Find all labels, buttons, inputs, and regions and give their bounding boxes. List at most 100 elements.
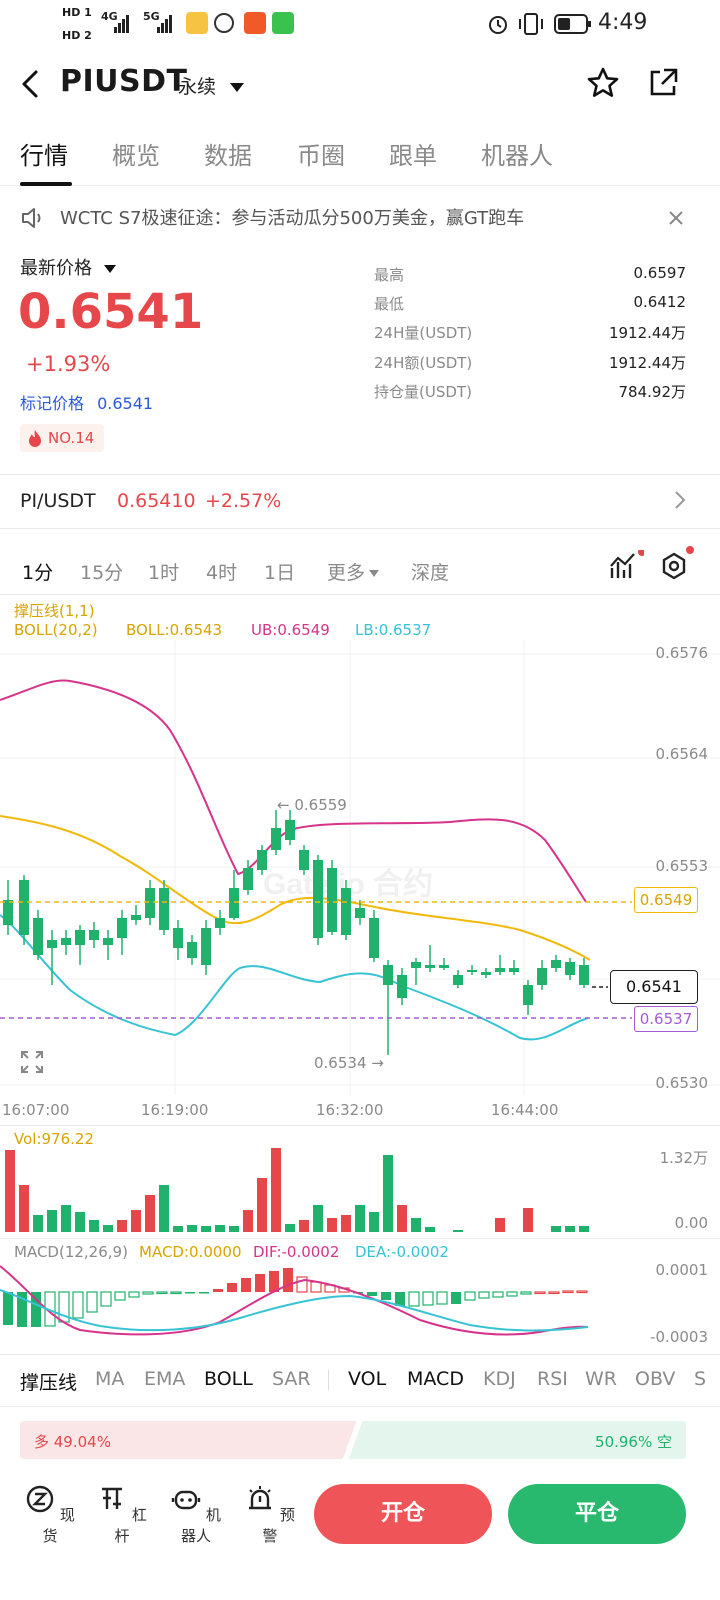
interval-depth[interactable]: 深度 [411, 558, 449, 585]
candle-body [271, 828, 281, 850]
pair-title[interactable]: PIUSDT [60, 64, 187, 99]
candle-body [131, 915, 141, 920]
indicator-ema[interactable]: EMA [144, 1368, 185, 1390]
announcement-bar[interactable]: WCTC S7极速征途：参与活动瓜分500万美金，赢GT跑车 [0, 196, 720, 240]
tab-overview[interactable]: 概览 [112, 136, 160, 171]
stat-vol-label: 24H量(USDT) [374, 324, 473, 342]
kline-chart[interactable]: Gate.io 合约 ← 0.6559 0.6534 → [0, 640, 720, 1100]
current-price-tag[interactable]: 0.6541 [610, 970, 698, 1004]
indicator-boll[interactable]: BOLL [204, 1368, 253, 1390]
back-arrow-icon[interactable] [18, 66, 46, 102]
ub-price-tag: 0.6549 [634, 887, 698, 913]
volume-bar [131, 1210, 141, 1232]
candle-body [327, 868, 337, 932]
tab-robot[interactable]: 机器人 [481, 136, 553, 171]
robot-icon [171, 1490, 201, 1510]
macd-bar [464, 1291, 476, 1301]
price-axis-label: 0.6530 [655, 1074, 709, 1092]
volume-bar [229, 1226, 239, 1232]
indicator-more[interactable]: S [694, 1368, 706, 1390]
candle-body [159, 888, 169, 930]
indicator-sar[interactable]: SAR [272, 1368, 311, 1390]
candle-body [201, 928, 211, 965]
interval-1m[interactable]: 1分 [22, 558, 53, 585]
volume-bar [271, 1148, 281, 1232]
macd-bar [142, 1291, 154, 1295]
sr-line-label: 撑压线(1,1) [14, 602, 95, 620]
indicator-rsi[interactable]: RSI [537, 1368, 568, 1390]
indicator-sr-line[interactable]: 撑压线 [20, 1368, 77, 1395]
volume-bar [383, 1155, 393, 1232]
tab-copy-trading[interactable]: 跟单 [389, 136, 437, 171]
macd-bar [3, 1292, 13, 1325]
leverage-icon [102, 1487, 123, 1509]
candle-body [565, 962, 575, 975]
close-position-button[interactable]: 平仓 [508, 1484, 686, 1544]
contract-type-selector[interactable]: 永续 [178, 72, 245, 99]
volume-bar [61, 1205, 71, 1232]
nav-robot[interactable]: 机器人 [166, 1484, 226, 1546]
divider [0, 528, 720, 529]
candle-body [481, 972, 491, 975]
candle-body [355, 908, 365, 918]
macd-bar [408, 1291, 420, 1307]
share-icon[interactable] [646, 66, 680, 100]
tab-community[interactable]: 币圈 [297, 136, 345, 171]
candle-body [397, 975, 407, 998]
interval-1d[interactable]: 1日 [264, 558, 295, 585]
indicator-kdj[interactable]: KDJ [483, 1368, 516, 1390]
status-time: 4:49 [598, 10, 648, 35]
indicator-wr[interactable]: WR [585, 1368, 617, 1390]
nav-leverage[interactable]: 杠杆 [92, 1484, 152, 1546]
macd-bar [199, 1292, 209, 1294]
stat-oi-label: 持仓量(USDT) [374, 383, 472, 401]
candle-body [145, 888, 155, 918]
candle-body [341, 888, 351, 935]
settings-hexagon-icon[interactable] [658, 546, 698, 582]
candle-body [47, 940, 57, 948]
app-notification-icon [186, 12, 208, 34]
candle-body [75, 930, 85, 945]
candle-body [439, 965, 449, 968]
chart-indicator-icon[interactable] [608, 550, 644, 582]
boll-ub-value: UB:0.6549 [251, 621, 330, 639]
macd-bar [255, 1274, 265, 1292]
favorite-star-icon[interactable] [586, 66, 620, 100]
candle-body [495, 968, 505, 972]
divider [0, 1238, 720, 1239]
indicator-ma[interactable]: MA [95, 1368, 124, 1390]
chevron-right-icon [675, 491, 686, 509]
interval-more[interactable]: 更多 [327, 558, 380, 585]
macd-bar [128, 1291, 140, 1298]
volume-bar [103, 1225, 113, 1232]
volume-bars [5, 1148, 589, 1232]
interval-1h[interactable]: 1时 [148, 558, 179, 585]
interval-4h[interactable]: 4时 [206, 558, 237, 585]
volume-bar [33, 1215, 43, 1232]
latest-price-selector[interactable]: 最新价格 [20, 254, 116, 280]
open-position-button[interactable]: 开仓 [314, 1484, 492, 1544]
nav-spot[interactable]: 现货 [20, 1484, 80, 1546]
indicator-vol[interactable]: VOL [348, 1368, 386, 1390]
close-icon[interactable] [668, 210, 684, 226]
alarm-clock-icon [489, 16, 507, 34]
volume-bar [313, 1205, 323, 1232]
volume-bar [145, 1195, 155, 1232]
indicator-obv[interactable]: OBV [635, 1368, 675, 1390]
volume-axis-bottom: 0.00 [674, 1214, 708, 1232]
candle-body [229, 888, 239, 918]
time-axis-label: 16:19:00 [141, 1101, 209, 1119]
mark-price[interactable]: 标记价格 0.6541 [20, 390, 153, 414]
macd-bar [422, 1291, 434, 1306]
nav-alert[interactable]: 预警 [240, 1484, 300, 1546]
tab-data[interactable]: 数据 [204, 136, 252, 171]
fullscreen-icon[interactable] [20, 1050, 44, 1074]
candle-body [215, 918, 225, 928]
rank-badge[interactable]: NO.14 [20, 424, 105, 452]
spot-pair-row[interactable]: PI/USDT 0.65410 +2.57% [0, 476, 720, 526]
rank-text: NO.14 [48, 429, 95, 447]
indicator-macd[interactable]: MACD [407, 1368, 464, 1390]
interval-15m[interactable]: 15分 [80, 558, 123, 585]
tab-market[interactable]: 行情 [20, 136, 68, 171]
macd-bar [156, 1291, 168, 1295]
